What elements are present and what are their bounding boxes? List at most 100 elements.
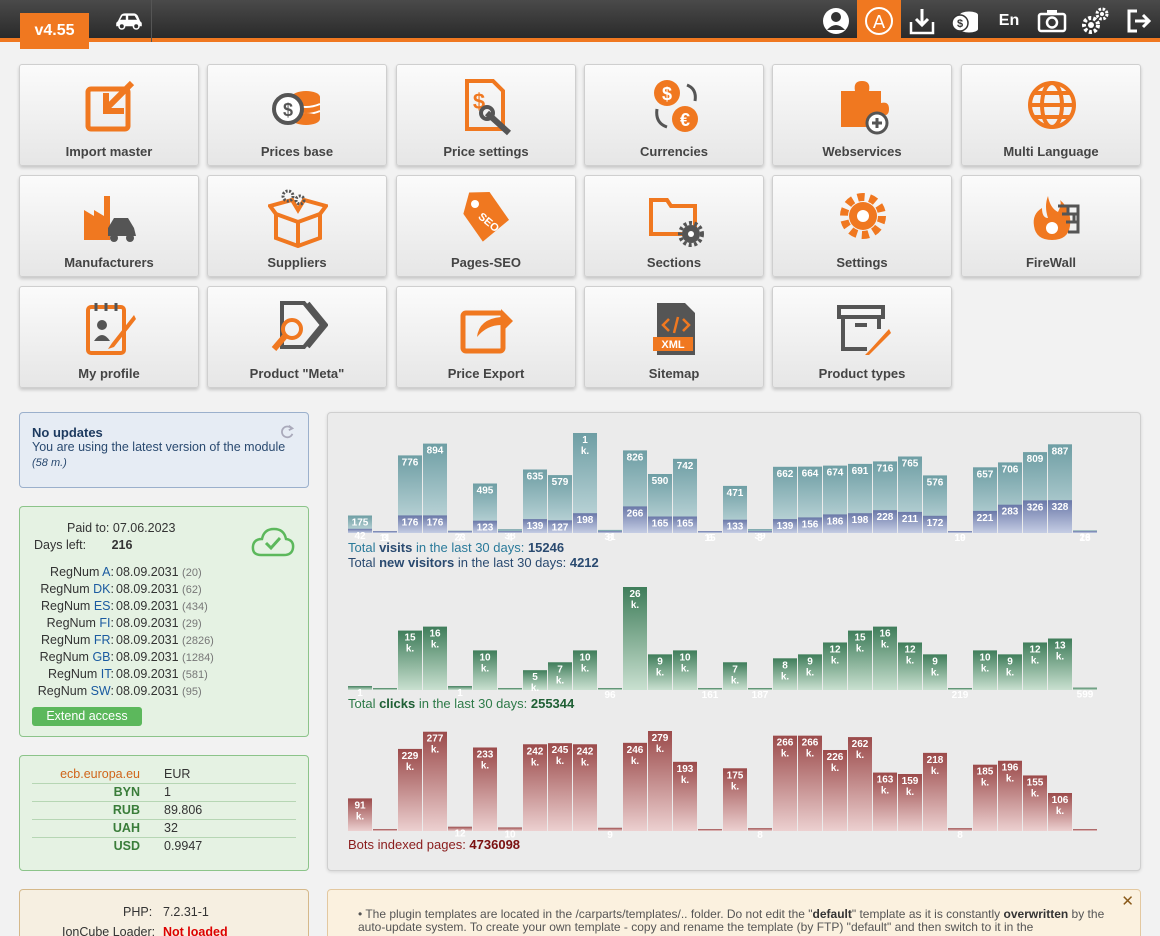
language-button[interactable]: En — [987, 0, 1031, 42]
module-tile[interactable]: $ Price settings — [396, 64, 576, 166]
module-tile[interactable]: Multi Language — [961, 64, 1141, 166]
bots-label: 8 — [757, 830, 763, 841]
reg-count: (581) — [182, 669, 208, 681]
module-label: Price Export — [447, 366, 525, 381]
module-tile[interactable]: $ € Currencies — [584, 64, 764, 166]
download-button[interactable] — [900, 0, 944, 42]
clicks-bar[interactable] — [373, 688, 397, 690]
bots-bar[interactable] — [1073, 829, 1097, 831]
currency-source[interactable]: ecb.europa.eu — [32, 766, 152, 783]
clicks-keyword: clicks — [379, 696, 416, 711]
days-left-value: 216 — [111, 538, 133, 552]
settings-button[interactable] — [1073, 0, 1117, 42]
reg-date: 08.09.2031 — [116, 599, 179, 613]
new-visitors-label: 186 — [827, 516, 844, 527]
reg-count: (1284) — [182, 652, 214, 664]
price-settings-icon: $ — [465, 79, 512, 136]
note-part-2: " template as it is constantly — [851, 907, 1004, 921]
clicks-label: 161 — [702, 690, 719, 701]
module-tile[interactable]: Import master — [19, 64, 199, 166]
module-tile[interactable]: Product types — [772, 286, 952, 388]
module-tile[interactable]: Settings — [772, 175, 952, 277]
module-tile[interactable]: Webservices — [772, 64, 952, 166]
note-text: • The plugin templates are located in th… — [358, 907, 1105, 934]
module-label: Manufacturers — [64, 255, 154, 270]
module-tile[interactable]: SEO Pages-SEO — [396, 175, 576, 277]
php-version: 7.2.31-1 — [163, 905, 209, 919]
note-bold-1: default — [812, 907, 852, 921]
profile-icon — [86, 303, 136, 355]
import-icon — [85, 80, 135, 132]
update-title: No updates — [32, 425, 103, 440]
clicks-label: 187 — [752, 690, 769, 701]
module-label: Pages-SEO — [450, 255, 522, 270]
car-button[interactable] — [106, 0, 152, 42]
ioncube-status: Not loaded — [163, 925, 228, 936]
bots-label: Bots indexed pages: — [348, 837, 470, 852]
logout-button[interactable] — [1117, 0, 1160, 42]
extend-access-button[interactable]: Extend access — [32, 707, 142, 726]
camera-button[interactable] — [1030, 0, 1074, 42]
currency-code: UAH — [112, 821, 140, 835]
currency-base: EUR — [164, 767, 191, 781]
clicks-label: 599 — [1077, 690, 1094, 701]
new-visitors-label: 13 — [1079, 533, 1091, 544]
new-visitors-label: 176 — [427, 517, 444, 528]
user-button[interactable] — [814, 0, 858, 42]
svg-text:$: $ — [283, 100, 293, 120]
new-visitors-label: 266 — [627, 508, 644, 519]
bots-bar[interactable] — [698, 829, 722, 831]
xml-file-icon: XML — [653, 303, 695, 355]
bots-total: 4736098 — [469, 837, 521, 852]
update-age: (58 m.) — [32, 457, 67, 469]
clicks-bar[interactable] — [498, 688, 522, 690]
module-tile[interactable]: Sections — [584, 175, 764, 277]
module-label: Sitemap — [648, 366, 700, 381]
module-tile[interactable]: FireWall — [961, 175, 1141, 277]
visits-total-line: Total visits in the last 30 days: 15246 — [348, 540, 564, 555]
module-label: Price settings — [443, 144, 529, 159]
reg-prefix: RegNum — [37, 684, 88, 698]
module-tile[interactable]: Manufacturers — [19, 175, 199, 277]
module-tile[interactable]: XML Sitemap — [584, 286, 764, 388]
reg-date: 08.09.2031 — [116, 684, 179, 698]
module-tile[interactable]: Product "Meta" — [207, 286, 387, 388]
reg-prefix: RegNum — [40, 582, 90, 596]
new-visitors-label: 123 — [477, 523, 494, 534]
new-pre: Total — [348, 555, 380, 570]
svg-text:$: $ — [957, 18, 963, 30]
reg-prefix: RegNum — [46, 616, 96, 630]
reg-code: FR — [93, 633, 111, 647]
visits-label: 576 — [927, 477, 944, 488]
coins-button[interactable]: $ — [943, 0, 987, 42]
visits-label: 471 — [727, 488, 744, 499]
refresh-icon[interactable] — [278, 423, 296, 441]
module-label: Multi Language — [1003, 144, 1099, 159]
bots-label: 8 — [957, 830, 963, 841]
bots-total-line: Bots indexed pages: 4736098 — [348, 837, 520, 852]
currency-source-row: ecb.europa.eu EUR — [32, 766, 296, 784]
days-left-label: Days left: — [34, 538, 87, 552]
visits-label: 662 — [777, 469, 794, 480]
svg-text:XML: XML — [661, 339, 685, 351]
coins-icon: $ — [272, 91, 321, 125]
bots-bar[interactable] — [373, 829, 397, 831]
module-tile[interactable]: My profile — [19, 286, 199, 388]
module-tile[interactable]: Suppliers — [207, 175, 387, 277]
new-visitors-label: 165 — [677, 519, 694, 530]
visits-label: 657 — [977, 469, 994, 480]
visits-label: 691 — [852, 466, 869, 477]
visits-label: 495 — [477, 486, 494, 497]
reg-code: ES — [93, 599, 111, 613]
currency-row: USD 0.9947 — [32, 838, 296, 856]
admin-button[interactable]: A — [857, 0, 901, 42]
gear-icon — [840, 193, 886, 239]
php-row: PHP: — [123, 905, 152, 919]
close-icon[interactable]: ✕ — [1121, 894, 1134, 909]
module-tile[interactable]: Price Export — [396, 286, 576, 388]
new-visitors-label: 228 — [877, 512, 894, 523]
module-tile[interactable]: $ Prices base — [207, 64, 387, 166]
currency-row: BYN 1 — [32, 784, 296, 802]
update-message: You are using the latest version of the … — [32, 440, 296, 471]
user-icon — [823, 8, 849, 34]
